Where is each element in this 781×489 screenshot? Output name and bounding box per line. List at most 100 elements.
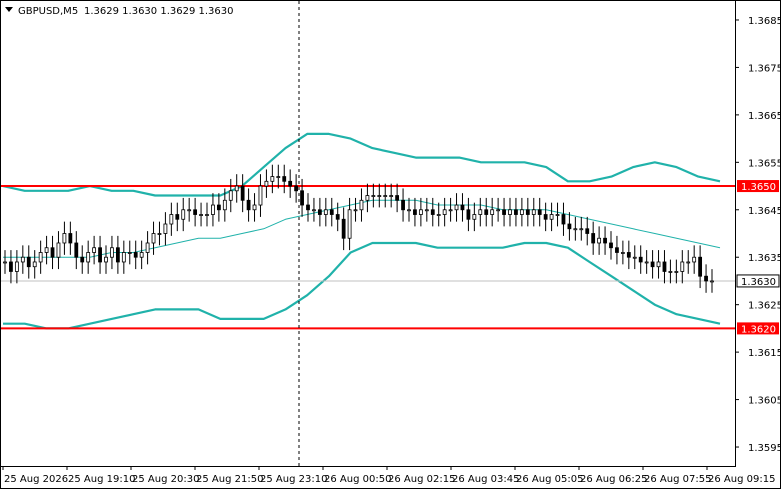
candle-body (626, 252, 631, 258)
candle-body (216, 204, 221, 211)
candle-body (151, 233, 156, 244)
candle-body (341, 218, 346, 239)
candle-body (395, 195, 400, 201)
candle-body (430, 209, 435, 215)
candle-body (401, 199, 405, 211)
candle-body (199, 214, 203, 216)
plot-frame (0, 0, 736, 467)
candle-body (187, 209, 192, 212)
candle-body (644, 261, 649, 264)
candle-body (424, 209, 429, 212)
candle-body (448, 209, 453, 212)
candle-body (252, 204, 257, 211)
candle-body (175, 214, 180, 220)
candle-body (205, 214, 209, 216)
candle-body (377, 195, 382, 197)
candle-body (80, 256, 85, 263)
x-tick-label: 26 Aug 07:55 (644, 474, 711, 485)
y-tick-label: 1.3595 (748, 443, 781, 454)
candle-body (312, 209, 316, 212)
candle-body (246, 199, 251, 211)
y-tick-label: 1.3635 (748, 253, 781, 264)
candle-body (163, 223, 168, 234)
candle-body (86, 252, 91, 263)
candle-body (181, 209, 186, 220)
candle-body (3, 261, 7, 264)
ohlc-label: 1.3629 1.3630 1.3629 1.3630 (84, 6, 234, 17)
candle-body (20, 256, 25, 263)
candle-body (9, 261, 13, 272)
candle-body (519, 209, 524, 215)
candle-body (222, 199, 227, 211)
candle-body (104, 256, 108, 263)
candle-body (484, 209, 489, 215)
candle-body (74, 242, 79, 258)
candle-body (323, 209, 328, 215)
candle-body (365, 195, 370, 201)
level-price-tag-label: 1.3620 (741, 324, 776, 335)
candle-body (121, 252, 126, 263)
chart-window: 1.3650 1.3620 1.3630 1.3685 1.3675 1.3665 1.3… (0, 0, 781, 489)
candle-body (133, 252, 138, 258)
candle-body (525, 209, 530, 215)
candle-body (478, 209, 483, 215)
x-tick-label: 25 Aug 2026 (4, 474, 68, 485)
candle-body (62, 233, 67, 244)
candle-body (383, 195, 388, 197)
candle-body (674, 271, 679, 273)
candle-body (638, 256, 643, 263)
dropdown-triangle-icon[interactable] (5, 7, 13, 12)
candle-body (32, 261, 37, 268)
candle-body (692, 256, 697, 263)
y-tick-label: 1.3655 (748, 158, 781, 169)
candle-body (288, 180, 293, 187)
candle-body (407, 209, 411, 212)
candle-body (656, 261, 661, 268)
candle-body (591, 233, 596, 244)
candle-body (442, 209, 447, 215)
candle-body (567, 223, 572, 230)
candle-body (234, 185, 239, 192)
candle-body (632, 256, 637, 259)
candle-body (502, 209, 506, 215)
candle-body (620, 252, 625, 254)
current-price-tag-label: 1.3630 (741, 277, 776, 288)
price-chart: 1.3650 1.3620 1.3630 1.36851.36751.36651.3… (0, 0, 781, 489)
x-tick-label: 26 Aug 02:15 (388, 474, 455, 485)
candle-body (353, 209, 358, 212)
candle-body (157, 233, 162, 235)
price-axis: 1.3685 1.3675 1.3665 1.3655 1.3645 1.3635 1.36… (735, 16, 781, 454)
y-tick-label: 1.3615 (748, 348, 781, 359)
candle-body (276, 176, 281, 178)
candle-body (282, 176, 287, 182)
candle-body (240, 185, 245, 201)
candle-body (650, 261, 655, 268)
candle-body (573, 228, 578, 231)
bollinger-bands (2, 132, 721, 330)
candle-body (662, 261, 667, 272)
candle-body (169, 214, 174, 225)
candle-body (389, 195, 394, 197)
candle-body (317, 209, 322, 215)
y-tick-label: 1.3675 (748, 63, 781, 74)
candle-body (228, 190, 233, 201)
candle-body (603, 237, 607, 244)
candle-body (460, 204, 465, 211)
candle-body (496, 209, 501, 212)
x-tick-label: 26 Aug 05:05 (516, 474, 583, 485)
x-tick-label: 26 Aug 00:50 (324, 474, 391, 485)
candle-body (98, 247, 102, 263)
x-tick-label: 26 Aug 03:45 (452, 474, 519, 485)
level-price-tag-label: 1.3650 (741, 182, 776, 193)
candle-body (555, 214, 560, 216)
x-tick-label: 25 Aug 21:50 (196, 474, 263, 485)
candle-body (50, 247, 55, 258)
candle-body (668, 271, 673, 273)
candle-body (615, 247, 619, 253)
candle-body (418, 209, 423, 215)
candle-body (92, 247, 97, 253)
candle-body (211, 204, 215, 215)
candle-body (561, 214, 566, 225)
candle-body (514, 209, 518, 215)
candle-body (710, 280, 714, 283)
